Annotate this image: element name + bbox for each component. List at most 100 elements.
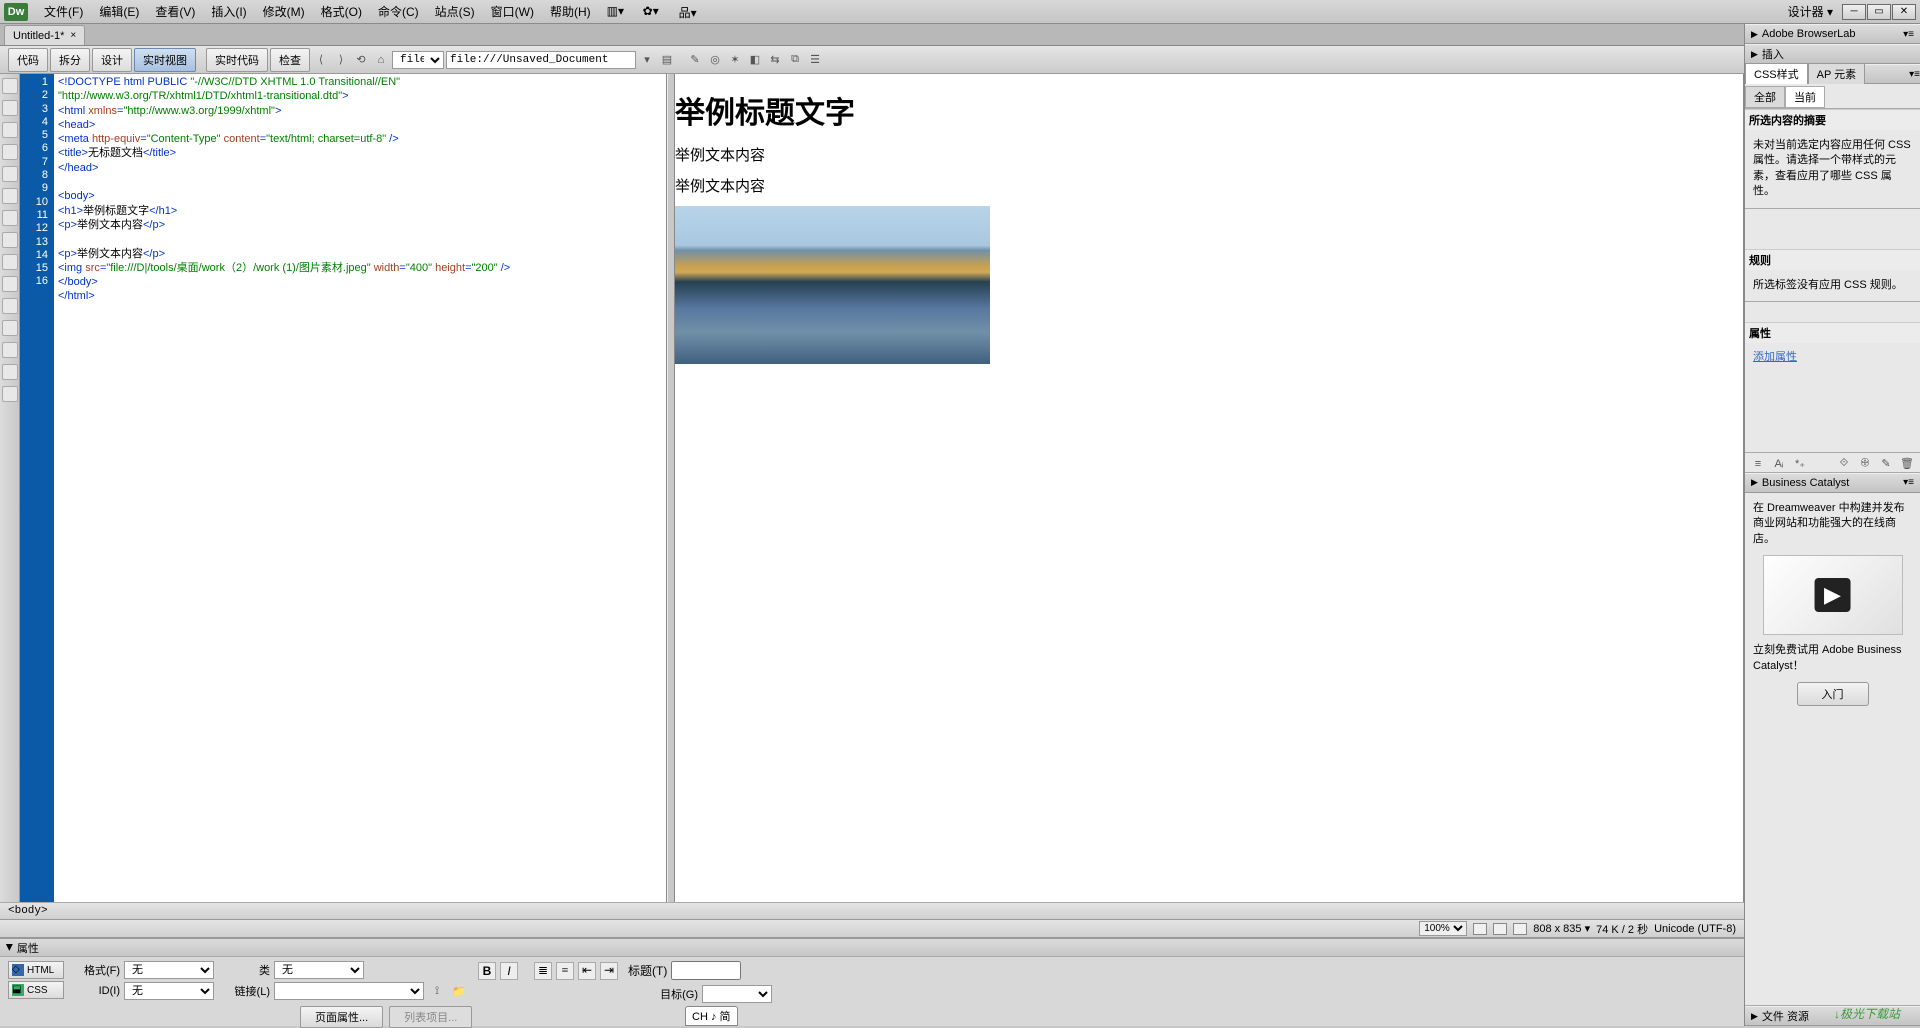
vtool-5[interactable]: [2, 166, 18, 182]
inspect-button[interactable]: 检查: [270, 48, 310, 72]
browserlab-panel-header[interactable]: ▶Adobe BrowserLab▾≡: [1745, 24, 1920, 44]
vtool-12[interactable]: [2, 320, 18, 336]
tool-icon-2[interactable]: ◎: [706, 51, 724, 69]
bc-video-thumb[interactable]: [1763, 555, 1903, 635]
css-toolbtn-3[interactable]: *₊: [1791, 455, 1809, 473]
vtool-1[interactable]: [2, 78, 18, 94]
url-scheme-select[interactable]: file:: [392, 51, 444, 69]
css-styles-tab[interactable]: CSS样式: [1745, 63, 1808, 85]
tool-icon-1[interactable]: ✎: [686, 51, 704, 69]
title-input[interactable]: [671, 961, 741, 980]
toggle-icon[interactable]: ▤: [658, 51, 676, 69]
menu-edit[interactable]: 编辑(E): [91, 0, 147, 23]
status-icon-2[interactable]: [1493, 923, 1507, 935]
vtool-10[interactable]: [2, 276, 18, 292]
window-maximize[interactable]: ▭: [1867, 4, 1891, 20]
italic-button[interactable]: I: [500, 962, 518, 980]
format-select[interactable]: 无: [124, 961, 214, 979]
css-toolbtn-5[interactable]: 🕀: [1856, 455, 1874, 473]
css-current-tab[interactable]: 当前: [1785, 86, 1825, 108]
css-toolbtn-1[interactable]: ≡: [1749, 455, 1767, 473]
zoom-select[interactable]: 100%: [1419, 921, 1467, 936]
live-view-button[interactable]: 实时视图: [134, 48, 196, 72]
extend-icon[interactable]: ✿▾: [643, 4, 663, 20]
css-toolbtn-2[interactable]: Aᵢ: [1770, 455, 1788, 473]
add-property-link[interactable]: 添加属性: [1751, 347, 1914, 365]
ol-button[interactable]: ≡: [556, 962, 574, 980]
html-mode-button[interactable]: ◇HTML: [8, 961, 64, 979]
id-select[interactable]: 无: [124, 982, 214, 1000]
vtool-6[interactable]: [2, 188, 18, 204]
css-all-tab[interactable]: 全部: [1745, 86, 1785, 108]
vtool-3[interactable]: [2, 122, 18, 138]
site-icon[interactable]: 品▾: [679, 4, 699, 20]
menu-file[interactable]: 文件(F): [36, 0, 91, 23]
vtool-13[interactable]: [2, 342, 18, 358]
menu-view[interactable]: 查看(V): [147, 0, 203, 23]
window-minimize[interactable]: ─: [1842, 4, 1866, 20]
vtool-8[interactable]: [2, 232, 18, 248]
page-properties-button[interactable]: 页面属性...: [300, 1006, 383, 1028]
tool-icon-4[interactable]: ◧: [746, 51, 764, 69]
window-close[interactable]: ✕: [1892, 4, 1916, 20]
ap-elements-tab[interactable]: AP 元素: [1808, 63, 1866, 85]
css-toolbtn-6[interactable]: ✎: [1877, 455, 1895, 473]
layout-icon[interactable]: ▥▾: [607, 4, 627, 20]
menu-modify[interactable]: 修改(M): [255, 0, 313, 23]
code-editor[interactable]: <!DOCTYPE html PUBLIC "-//W3C//DTD XHTML…: [54, 74, 666, 902]
tool-icon-5[interactable]: ⇆: [766, 51, 784, 69]
vtool-4[interactable]: [2, 144, 18, 160]
tool-icon-6[interactable]: ⧉: [786, 51, 804, 69]
menu-help[interactable]: 帮助(H): [542, 0, 599, 23]
menu-commands[interactable]: 命令(C): [370, 0, 427, 23]
status-icon-1[interactable]: [1473, 923, 1487, 935]
ul-button[interactable]: ≣: [534, 962, 552, 980]
menu-site[interactable]: 站点(S): [427, 0, 483, 23]
vtool-14[interactable]: [2, 364, 18, 380]
url-dropdown-icon[interactable]: ▾: [638, 51, 656, 69]
split-view-button[interactable]: 拆分: [50, 48, 90, 72]
vtool-7[interactable]: [2, 210, 18, 226]
business-catalyst-header[interactable]: ▶Business Catalyst▾≡: [1745, 473, 1920, 493]
menu-format[interactable]: 格式(O): [313, 0, 370, 23]
insert-panel-header[interactable]: ▶插入: [1745, 44, 1920, 64]
url-input[interactable]: [446, 51, 636, 69]
vtool-9[interactable]: [2, 254, 18, 270]
link-select[interactable]: [274, 982, 424, 1000]
vtool-11[interactable]: [2, 298, 18, 314]
menu-window[interactable]: 窗口(W): [483, 0, 542, 23]
status-dims: 808 x 835 ▾: [1533, 922, 1590, 935]
css-toolbtn-7[interactable]: 🗑: [1898, 455, 1916, 473]
close-icon[interactable]: ×: [70, 30, 76, 41]
home-icon[interactable]: ⌂: [372, 51, 390, 69]
class-select[interactable]: 无: [274, 961, 364, 979]
point-to-file-icon[interactable]: ⟟: [428, 982, 446, 1000]
split-handle[interactable]: [667, 74, 675, 902]
css-toolbtn-4[interactable]: ⟐: [1835, 455, 1853, 473]
workspace-switcher[interactable]: 设计器 ▾: [1780, 0, 1841, 23]
document-tab[interactable]: Untitled-1* ×: [4, 25, 85, 45]
vtool-15[interactable]: [2, 386, 18, 402]
design-view-button[interactable]: 设计: [92, 48, 132, 72]
code-view-button[interactable]: 代码: [8, 48, 48, 72]
vtool-2[interactable]: [2, 100, 18, 116]
bc-start-button[interactable]: 入门: [1797, 682, 1869, 706]
tag-selector[interactable]: <body>: [0, 902, 1744, 920]
live-code-button[interactable]: 实时代码: [206, 48, 268, 72]
css-mode-button[interactable]: ⬓CSS: [8, 981, 64, 999]
menu-insert[interactable]: 插入(I): [203, 0, 254, 23]
indent-button[interactable]: ⇥: [600, 962, 618, 980]
refresh-icon[interactable]: ⟲: [352, 51, 370, 69]
preview-text-1: 举例文本内容: [675, 144, 1743, 165]
nav-back-icon[interactable]: ⟨: [312, 51, 330, 69]
target-select[interactable]: [702, 985, 772, 1003]
status-icon-3[interactable]: [1513, 923, 1527, 935]
ime-indicator[interactable]: CH ♪ 简: [685, 1006, 738, 1026]
tool-icon-7[interactable]: ☰: [806, 51, 824, 69]
properties-header[interactable]: ▶属性: [0, 939, 1744, 957]
bold-button[interactable]: B: [478, 962, 496, 980]
outdent-button[interactable]: ⇤: [578, 962, 596, 980]
browse-icon[interactable]: 📁: [450, 982, 468, 1000]
nav-forward-icon[interactable]: ⟩: [332, 51, 350, 69]
tool-icon-3[interactable]: ✶: [726, 51, 744, 69]
